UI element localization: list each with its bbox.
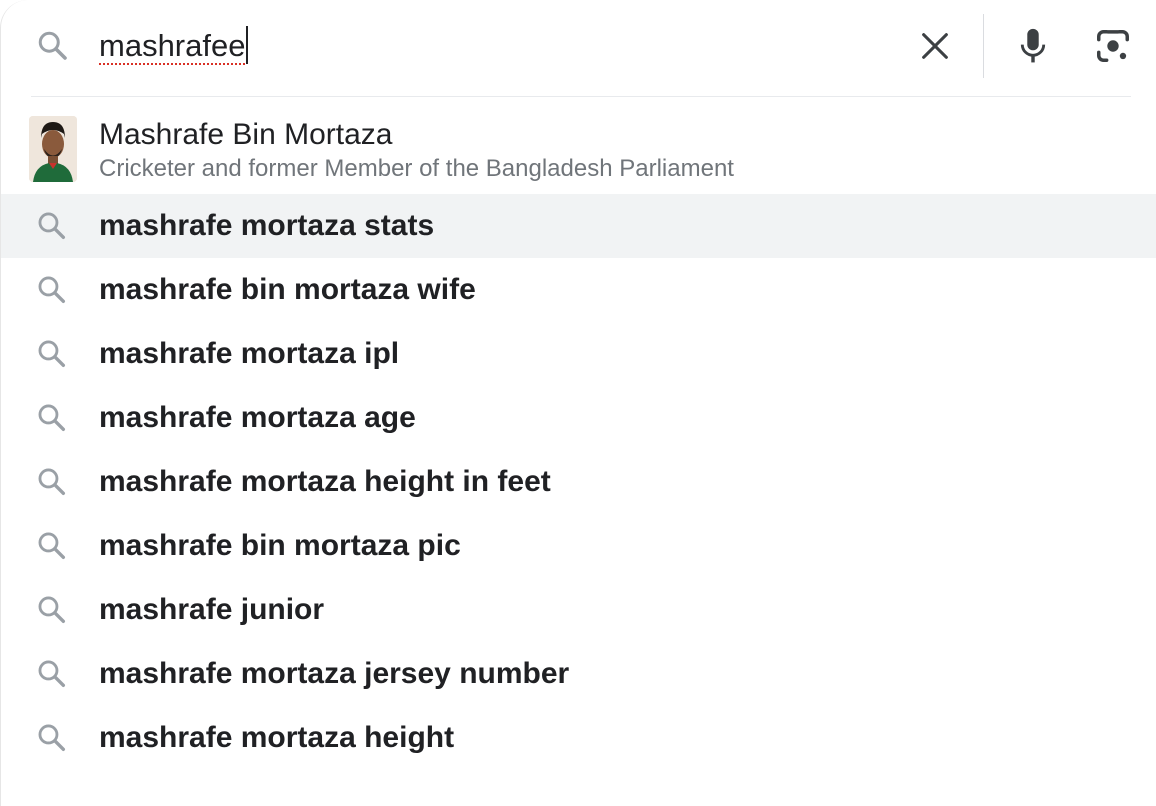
suggestion-item[interactable]: mashrafe mortaza ipl xyxy=(1,322,1156,386)
toolbar-divider xyxy=(983,14,984,78)
search-autocomplete-panel: mashrafee Mashrafe Bin Mortaza Cricketer… xyxy=(0,0,1156,806)
search-icon xyxy=(38,532,66,560)
suggestion-text: mashrafe bin mortaza wife xyxy=(99,273,476,306)
suggestion-item[interactable]: mashrafe bin mortaza pic xyxy=(1,514,1156,578)
suggestion-text: mashrafe mortaza height in feet xyxy=(99,465,551,498)
suggestion-text: mashrafe mortaza age xyxy=(99,401,416,434)
suggestion-text: mashrafe junior xyxy=(99,593,325,626)
suggestion-item[interactable]: mashrafe mortaza age xyxy=(1,386,1156,450)
camera-lens-icon xyxy=(1097,30,1129,62)
voice-search-button[interactable] xyxy=(1007,20,1059,72)
entity-description: Cricketer and former Member of the Bangl… xyxy=(99,155,734,182)
search-query-text: mashrafee xyxy=(99,28,246,63)
entity-suggestion[interactable]: Mashrafe Bin Mortaza Cricketer and forme… xyxy=(1,104,1156,192)
clear-search-button[interactable] xyxy=(909,20,961,72)
search-input[interactable]: mashrafee xyxy=(99,24,249,68)
search-icon xyxy=(38,724,66,752)
suggestion-text: mashrafe bin mortaza pic xyxy=(99,529,461,562)
search-icon xyxy=(38,660,66,688)
suggestion-text: mashrafe mortaza height xyxy=(99,721,455,754)
suggestion-item[interactable]: mashrafe mortaza stats xyxy=(1,194,1156,258)
suggestion-item[interactable]: mashrafe mortaza height in feet xyxy=(1,450,1156,514)
suggestion-text: mashrafe mortaza ipl xyxy=(99,337,400,370)
suggestion-item[interactable]: mashrafe bin mortaza wife xyxy=(1,258,1156,322)
suggestion-item[interactable]: mashrafe mortaza jersey number xyxy=(1,642,1156,706)
suggestion-text: mashrafe mortaza stats xyxy=(99,209,435,242)
search-icon xyxy=(38,468,66,496)
search-icon xyxy=(38,340,66,368)
microphone-icon xyxy=(1020,28,1046,63)
entity-title: Mashrafe Bin Mortaza xyxy=(99,118,393,151)
search-divider xyxy=(31,96,1131,97)
suggestion-item[interactable]: mashrafe mortaza height xyxy=(1,706,1156,770)
search-bar: mashrafee xyxy=(1,0,1156,96)
search-icon xyxy=(38,31,67,60)
search-by-image-button[interactable] xyxy=(1087,20,1139,72)
search-icon xyxy=(38,596,66,624)
search-icon xyxy=(38,212,66,240)
close-icon xyxy=(922,33,948,59)
search-icon xyxy=(38,276,66,304)
suggestion-item[interactable]: mashrafe junior xyxy=(1,578,1156,642)
search-icon xyxy=(38,404,66,432)
person-photo xyxy=(29,116,77,182)
avatar xyxy=(29,116,77,182)
suggestion-text: mashrafe mortaza jersey number xyxy=(99,657,570,690)
text-cursor xyxy=(246,26,249,64)
suggestion-list: mashrafe mortaza stats mashrafe bin mort… xyxy=(1,194,1156,770)
